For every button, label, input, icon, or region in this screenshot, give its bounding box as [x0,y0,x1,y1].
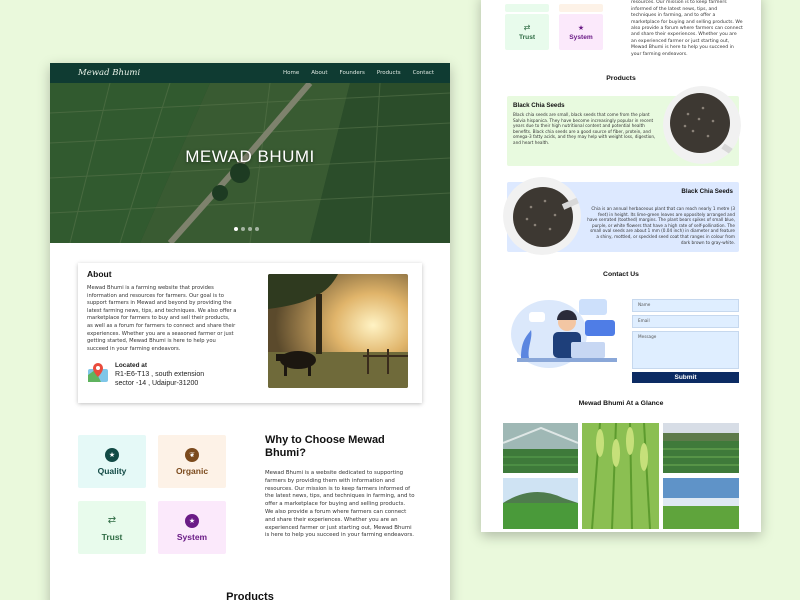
why-text-continued: farmers by providing them with informati… [631,0,743,57]
carousel-dot[interactable] [241,227,245,231]
quality-label: Quality [97,465,127,476]
submit-button[interactable]: Submit [632,372,739,383]
products-heading: Products [226,591,274,600]
field-crop-image [663,423,739,473]
quality-card[interactable]: ★ Quality [78,435,146,488]
product-title: Black Chia Seeds [513,102,565,109]
product-title: Black Chia Seeds [681,188,733,195]
shield-star-icon: ★ [105,447,119,462]
shield-star-icon: ★ [577,23,585,32]
organic-card[interactable]: ❦ Organic [158,435,226,488]
contact-form: Name Email Message Submit [632,299,739,383]
green-meadow-image [663,478,739,529]
system-card[interactable]: ★ System [559,14,603,50]
greenhouse-image [503,423,578,473]
brand-logo[interactable]: Mewad Bhumi [78,68,140,78]
message-field[interactable]: Message [632,331,739,369]
nav-home[interactable]: Home [283,70,299,76]
trust-label: Trust [101,531,123,542]
location-block: Located at R1-E6-T13 , south extension s… [87,361,204,388]
address-line-1: R1-E6-T13 , south extension [115,371,205,378]
chia-seeds-image [503,177,581,255]
wheat-closeup-image [582,423,659,529]
hero-banner: MEWAD BHUMI [50,83,450,243]
navbar: Mewad Bhumi Home About Founders Products… [50,63,450,83]
nav-about[interactable]: About [311,70,327,76]
carousel-dot[interactable] [255,227,259,231]
nav-founders[interactable]: Founders [340,70,365,76]
customer-support-illustration [511,299,617,368]
main-page-preview: Mewad Bhumi Home About Founders Products… [50,63,450,600]
leaf-icon: ❦ [185,447,199,462]
handshake-icon: ⇄ [523,23,531,32]
location-label: Located at [115,362,147,369]
why-heading: Why to Choose Mewad Bhumi? [265,434,385,459]
system-card[interactable]: ★ System [158,501,226,554]
email-field[interactable]: Email [632,315,739,328]
carousel-dots [234,227,259,231]
system-label: System [176,531,208,542]
system-label: System [569,33,593,41]
address-line-2: sector -14 , Udaipur-31200 [115,380,199,387]
trust-card[interactable]: ⇄ Trust [78,501,146,554]
cow-farm-image [268,274,408,388]
about-heading: About [87,269,112,279]
hill-field-image [503,478,578,529]
chia-seeds-image [663,86,741,164]
nav-products[interactable]: Products [377,70,401,76]
nav-contact[interactable]: Contact [413,70,434,76]
glance-heading: Mewad Bhumi At a Glance [578,400,664,407]
products-heading: Products [606,75,636,82]
contact-heading: Contact Us [603,271,639,278]
map-pin-icon [88,363,108,382]
nav-menu: Home About Founders Products Contact [283,70,434,76]
about-text: Mewad Bhumi is a farming website that pr… [87,285,237,352]
card-edge [505,4,549,12]
product-description: Chia is an annual herbaceous plant that … [587,206,735,245]
name-field[interactable]: Name [632,299,739,312]
trust-card[interactable]: ⇄ Trust [505,14,549,50]
card-edge [559,4,603,12]
product-description: Black chia seeds are small, black seeds … [513,112,656,145]
trust-label: Trust [518,34,536,41]
organic-label: Organic [175,465,209,476]
carousel-dot[interactable] [234,227,238,231]
about-card: About Mewad Bhumi is a farming website t… [78,263,422,403]
hero-title: MEWAD BHUMI [185,147,315,166]
scrolled-page-preview: farmers by providing them with informati… [481,0,761,532]
handshake-icon: ⇄ [107,515,117,526]
shield-star-icon: ★ [185,513,199,528]
why-text: Mewad Bhumi is a website dedicated to su… [265,470,415,539]
carousel-dot[interactable] [248,227,252,231]
